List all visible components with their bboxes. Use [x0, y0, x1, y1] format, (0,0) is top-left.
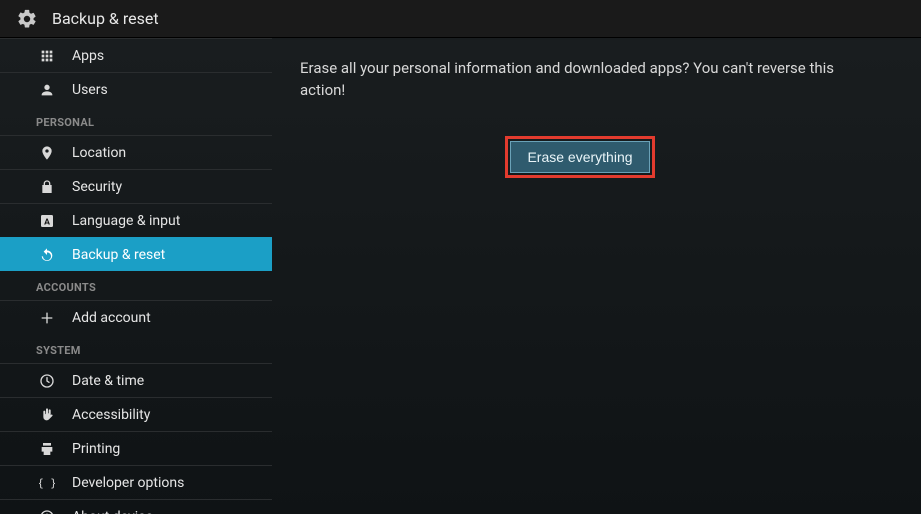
sidebar-item-label: Apps	[72, 48, 104, 64]
braces-icon: { }	[36, 475, 58, 491]
sidebar-item-accessibility[interactable]: Accessibility	[0, 397, 272, 431]
sidebar-item-users[interactable]: Users	[0, 72, 272, 106]
section-header-accounts: ACCOUNTS	[0, 271, 272, 300]
lock-icon	[36, 179, 58, 195]
sidebar-item-label: Developer options	[72, 475, 184, 491]
sidebar-item-date-time[interactable]: Date & time	[0, 363, 272, 397]
print-icon	[36, 441, 58, 457]
sidebar-item-language[interactable]: A Language & input	[0, 203, 272, 237]
sidebar-item-printing[interactable]: Printing	[0, 431, 272, 465]
clock-icon	[36, 373, 58, 389]
erase-button-container: Erase everything	[300, 136, 860, 178]
hand-icon	[36, 407, 58, 423]
content-area: Apps Users PERSONAL Location Security A	[0, 38, 921, 514]
sidebar-item-label: Security	[72, 179, 122, 195]
erase-everything-button[interactable]: Erase everything	[510, 141, 649, 173]
sidebar-item-label: Users	[72, 82, 108, 98]
settings-icon	[16, 8, 38, 30]
svg-text:{ }: { }	[39, 476, 55, 489]
sidebar-item-backup-reset[interactable]: Backup & reset	[0, 237, 272, 271]
highlight-box: Erase everything	[505, 136, 654, 178]
plus-icon	[36, 310, 58, 326]
location-icon	[36, 145, 58, 161]
sidebar-item-location[interactable]: Location	[0, 135, 272, 169]
sidebar-item-label: Location	[72, 145, 126, 161]
language-icon: A	[36, 213, 58, 229]
sidebar-item-security[interactable]: Security	[0, 169, 272, 203]
sidebar-item-developer[interactable]: { } Developer options	[0, 465, 272, 499]
app-header: Backup & reset	[0, 0, 921, 38]
section-header-personal: PERSONAL	[0, 106, 272, 135]
sidebar-item-add-account[interactable]: Add account	[0, 300, 272, 334]
users-icon	[36, 82, 58, 98]
page-title: Backup & reset	[52, 9, 159, 28]
restore-icon	[36, 247, 58, 263]
warning-text: Erase all your personal information and …	[300, 58, 860, 102]
sidebar-item-label: Language & input	[72, 213, 180, 229]
section-header-system: SYSTEM	[0, 334, 272, 363]
sidebar-item-label: Backup & reset	[72, 247, 165, 263]
sidebar-item-label: Printing	[72, 441, 120, 457]
apps-icon	[36, 48, 58, 64]
sidebar-item-apps[interactable]: Apps	[0, 38, 272, 72]
main-panel: Erase all your personal information and …	[272, 38, 921, 514]
sidebar-item-label: About device	[72, 509, 153, 514]
sidebar-item-label: Accessibility	[72, 407, 150, 423]
svg-text:A: A	[44, 217, 50, 227]
info-icon	[36, 509, 58, 514]
sidebar-item-label: Date & time	[72, 373, 144, 389]
sidebar-item-label: Add account	[72, 310, 151, 326]
sidebar-item-about[interactable]: About device	[0, 499, 272, 514]
settings-sidebar: Apps Users PERSONAL Location Security A	[0, 38, 272, 514]
